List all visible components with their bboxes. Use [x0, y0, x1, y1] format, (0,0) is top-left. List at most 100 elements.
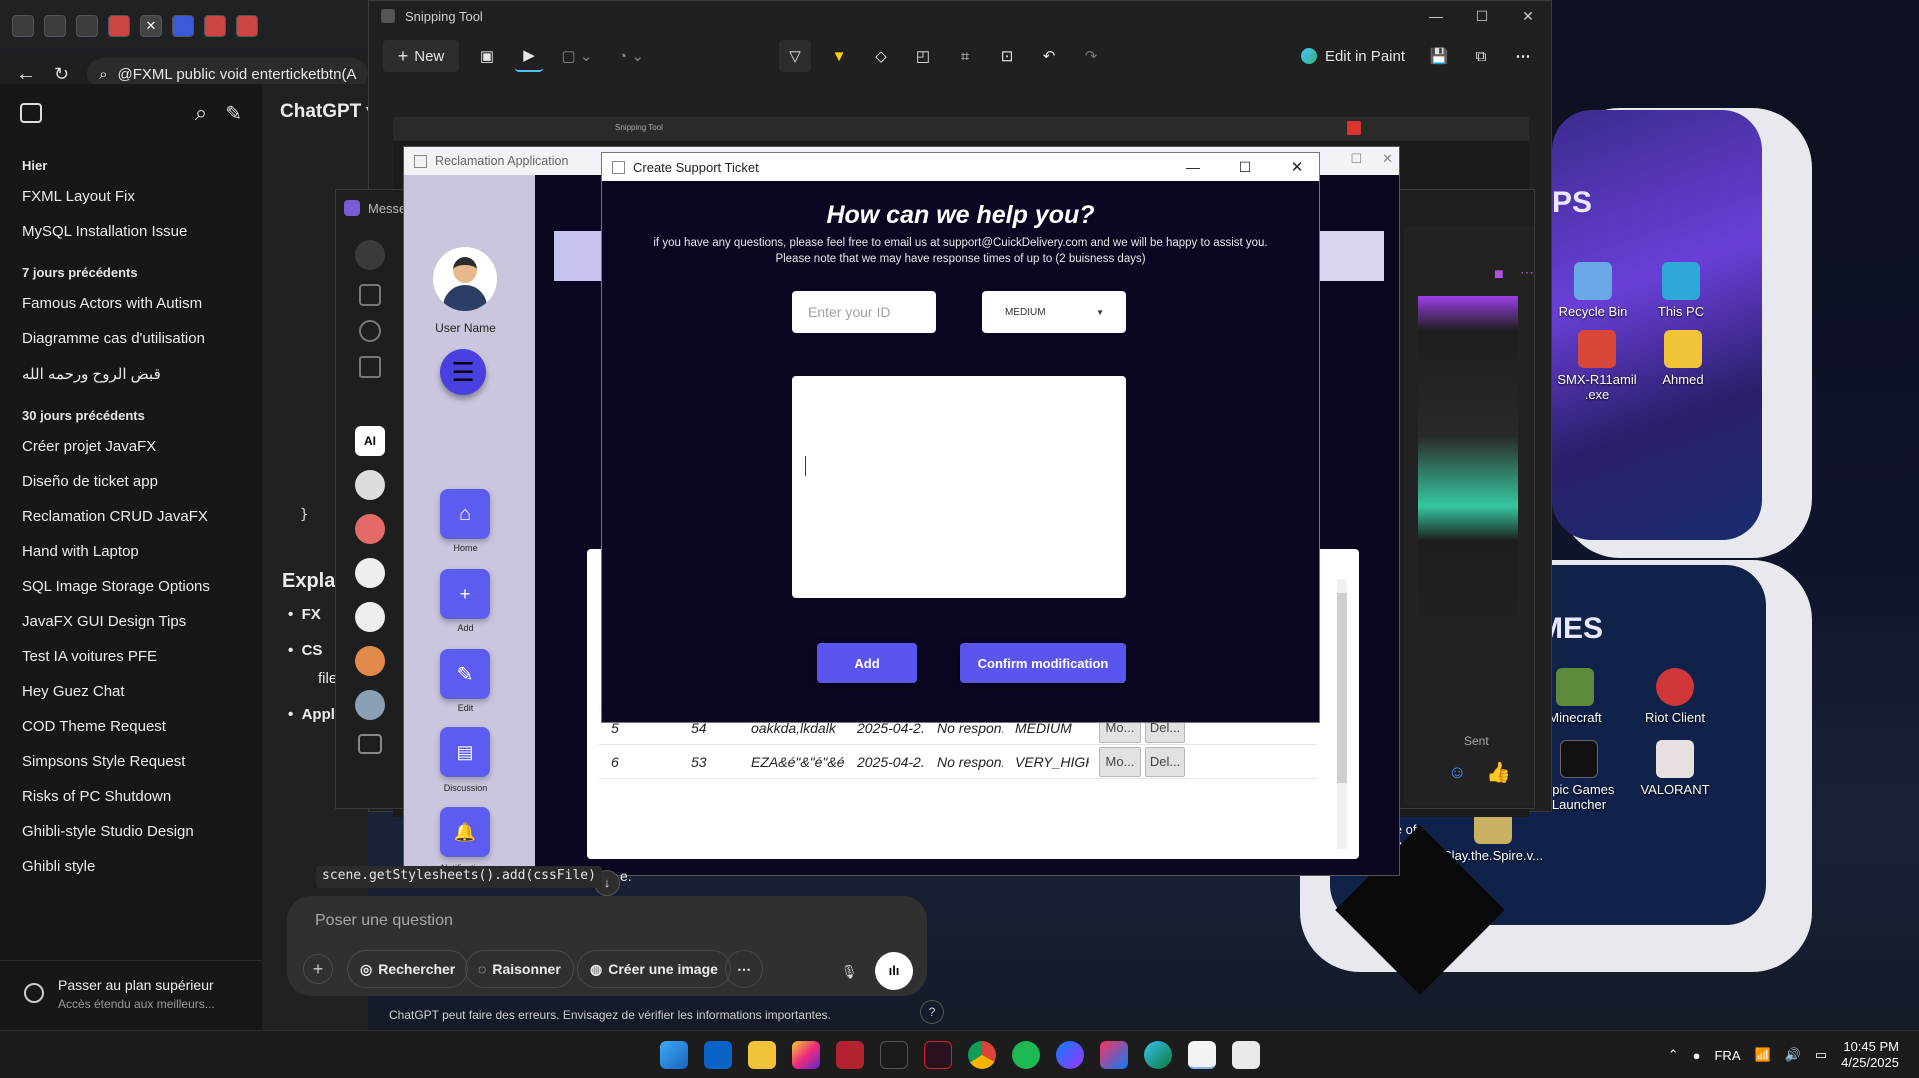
conversation-item[interactable]: FXML Layout Fix	[0, 179, 262, 214]
contact-avatar[interactable]	[355, 690, 385, 720]
outlook-icon[interactable]	[704, 1041, 732, 1069]
app-icon[interactable]	[880, 1041, 908, 1069]
new-snip-button[interactable]: + New	[383, 40, 459, 72]
contact-avatar[interactable]	[355, 470, 385, 500]
conversation-item[interactable]: Ghibli style	[0, 849, 262, 884]
pen-icon[interactable]: ▽	[779, 40, 811, 72]
upgrade-plan[interactable]: Passer au plan supérieur Accès étendu au…	[0, 960, 262, 1030]
spotify-icon[interactable]	[1012, 1041, 1040, 1069]
conversation-item[interactable]: Créer projet JavaFX	[0, 429, 262, 464]
snip-shape-icon[interactable]: ▢ ⌄	[557, 40, 597, 72]
language-indicator[interactable]: FRA	[1714, 1048, 1740, 1063]
close-tab-icon[interactable]: ✕	[140, 15, 162, 37]
tab-icon[interactable]	[76, 15, 98, 37]
add-button[interactable]: +	[440, 569, 490, 619]
video-call-icon[interactable]: ■	[1494, 266, 1504, 284]
close-icon[interactable]: ✕	[1382, 151, 1393, 167]
undo-icon[interactable]: ↶	[1035, 40, 1063, 72]
desktop-icon-riot-client[interactable]: Riot Client	[1630, 668, 1720, 725]
conversation-item[interactable]: Diseño de ticket app	[0, 464, 262, 499]
more-tools-button[interactable]: ⋯	[725, 950, 763, 988]
desktop-icon-recycle-bin[interactable]: Recycle Bin	[1548, 262, 1638, 319]
tab-icon[interactable]	[204, 15, 226, 37]
minimize-icon[interactable]: —	[1171, 159, 1215, 175]
snipping-tool-icon[interactable]	[1232, 1041, 1260, 1069]
confirm-modification-button[interactable]: Confirm modification	[960, 643, 1126, 683]
scrollbar-thumb[interactable]	[1337, 593, 1347, 783]
delay-icon[interactable]: ◔ ⌄	[611, 40, 651, 72]
eraser-icon[interactable]: ◇	[867, 40, 895, 72]
copy-icon[interactable]: ⧉	[1467, 40, 1495, 72]
conversation-item[interactable]: Hey Guez Chat	[0, 674, 262, 709]
voice-mode-button[interactable]: ılı	[875, 952, 913, 990]
workspaces-icon[interactable]	[44, 15, 66, 37]
intellij-icon[interactable]	[1100, 1041, 1128, 1069]
notifications-button[interactable]: 🔔	[440, 807, 490, 857]
conversation-item[interactable]: Risks of PC Shutdown	[0, 779, 262, 814]
delete-button[interactable]: Del...	[1145, 746, 1185, 777]
help-button[interactable]: ?	[920, 1000, 944, 1024]
text-actions-icon[interactable]: ⊡	[993, 40, 1021, 72]
conversation-item[interactable]: COD Theme Request	[0, 709, 262, 744]
desktop-icon-valorant[interactable]: VALORANT	[1630, 740, 1720, 797]
tab-icon[interactable]	[236, 15, 258, 37]
app-icon[interactable]	[924, 1041, 952, 1069]
question-input[interactable]: Poser une question	[315, 912, 453, 930]
redo-icon[interactable]: ↷	[1077, 40, 1105, 72]
close-icon[interactable]: ✕	[1505, 1, 1551, 31]
tab-icon[interactable]	[108, 15, 130, 37]
edit-button[interactable]: ✎	[440, 649, 490, 699]
priority-select[interactable]: MEDIUM ▼	[982, 291, 1126, 333]
file-explorer-icon[interactable]	[748, 1041, 776, 1069]
description-textarea[interactable]	[792, 376, 1126, 598]
contact-avatar[interactable]	[355, 646, 385, 676]
emoji-icon[interactable]: ☺	[1448, 762, 1466, 783]
maximize-icon[interactable]: ☐	[1350, 151, 1362, 167]
app-icon[interactable]	[836, 1041, 864, 1069]
chrome-icon[interactable]	[968, 1041, 996, 1069]
camera-mode-icon[interactable]: ▣	[473, 40, 501, 72]
ai-chat-avatar[interactable]: AI	[355, 426, 385, 456]
search-chip[interactable]: ◎ Rechercher	[347, 950, 469, 988]
home-button[interactable]: ⌂	[440, 489, 490, 539]
close-icon[interactable]: ✕	[1275, 158, 1319, 176]
conversation-item[interactable]: Reclamation CRUD JavaFX	[0, 499, 262, 534]
conversation-item[interactable]: Test IA voitures PFE	[0, 639, 262, 674]
volume-icon[interactable]: 🔊	[1785, 1047, 1801, 1063]
chevron-up-icon[interactable]: ⌃	[1668, 1047, 1679, 1063]
more-icon[interactable]: ⋯	[1520, 264, 1534, 281]
conversation-item[interactable]: Hand with Laptop	[0, 534, 262, 569]
conversation-item[interactable]: SQL Image Storage Options	[0, 569, 262, 604]
table-scrollbar[interactable]	[1337, 579, 1347, 849]
minimize-icon[interactable]: —	[1413, 1, 1459, 31]
conversation-item[interactable]: قبض الروح ورحمه الله	[0, 356, 262, 392]
save-icon[interactable]: 💾	[1425, 40, 1453, 72]
tray-app-icon[interactable]: ●	[1693, 1048, 1701, 1063]
contact-avatar[interactable]	[355, 514, 385, 544]
chats-icon[interactable]	[355, 240, 385, 270]
contact-avatar[interactable]	[355, 602, 385, 632]
conversation-item[interactable]: MySQL Installation Issue	[0, 214, 262, 249]
conversation-item[interactable]: Ghibli-style Studio Design	[0, 814, 262, 849]
edit-in-paint-button[interactable]: Edit in Paint	[1295, 40, 1411, 72]
highlighter-icon[interactable]: ▼	[825, 40, 853, 72]
conversation-item[interactable]: Famous Actors with Autism	[0, 286, 262, 321]
discussion-button[interactable]: ▤	[440, 727, 490, 777]
desktop-icon-ahmed[interactable]: Ahmed	[1638, 330, 1728, 387]
create-image-chip[interactable]: ◍ Créer une image	[577, 950, 731, 988]
add-ticket-button[interactable]: Add	[817, 643, 917, 683]
wifi-icon[interactable]: 📶	[1754, 1047, 1770, 1063]
search-icon[interactable]: ⌕	[195, 100, 207, 126]
clock[interactable]: 10:45 PM 4/25/2025	[1841, 1039, 1899, 1071]
edge-icon[interactable]	[1144, 1041, 1172, 1069]
contact-avatar[interactable]	[355, 558, 385, 588]
more-options-icon[interactable]: ⋯	[1509, 40, 1537, 72]
attach-button[interactable]: +	[303, 954, 333, 984]
conversation-item[interactable]: Diagramme cas d'utilisation	[0, 321, 262, 356]
tab-actions-icon[interactable]	[12, 15, 34, 37]
messenger-icon[interactable]	[1056, 1041, 1084, 1069]
video-mode-icon[interactable]: ▶	[515, 40, 543, 72]
desktop-icon-this-pc[interactable]: This PC	[1636, 262, 1726, 319]
back-arrow-icon[interactable]: ←	[16, 63, 36, 86]
maximize-icon[interactable]: ☐	[1223, 159, 1267, 176]
